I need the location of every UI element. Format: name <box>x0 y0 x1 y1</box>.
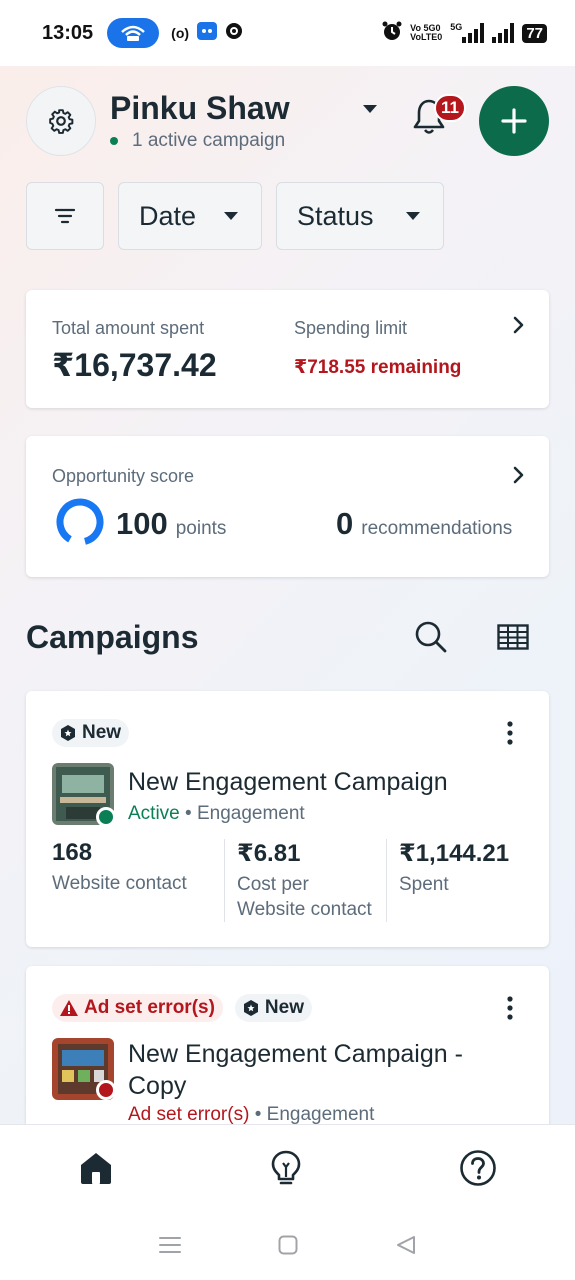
campaign-subtitle: Ad set error(s) • Engagement <box>128 1104 375 1124</box>
filter-icon <box>54 208 76 224</box>
home-button-icon[interactable] <box>278 1235 298 1255</box>
cast-icon: (o) <box>171 25 190 41</box>
points-value: 100 <box>116 506 168 541</box>
network-type: Vo 5G0 VoLTE0 <box>410 23 443 42</box>
score-ring-icon <box>56 498 104 546</box>
system-navigation-bar <box>0 1210 575 1280</box>
spend-summary-card[interactable]: Total amount spent ₹16,737.42 Spending l… <box>26 290 549 408</box>
filter-button[interactable] <box>26 182 104 250</box>
metric-cost-per-result: ₹6.81 Cost per Website contact <box>224 839 386 922</box>
discord-icon <box>197 21 218 45</box>
new-badge-label: New <box>82 722 122 743</box>
campaigns-heading: Campaigns <box>26 619 199 655</box>
metric-label: Spent <box>399 874 449 895</box>
campaign-status: Ad set error(s) <box>128 1104 250 1124</box>
campaign-objective: Engagement <box>266 1104 375 1124</box>
active-campaign-status: 1 active campaign <box>110 130 285 152</box>
chevron-down-icon <box>406 212 420 220</box>
date-filter-label: Date <box>139 200 197 231</box>
filter-bar: Date Status <box>26 182 444 250</box>
ad-set-error-label: Ad set error(s) <box>84 997 215 1018</box>
network-5g-label: 5G <box>450 22 463 32</box>
plus-icon <box>501 108 527 134</box>
chevron-down-icon <box>224 212 238 220</box>
metric-results: 168 Website contact <box>52 839 224 922</box>
metric-value: ₹1,144.21 <box>399 840 510 867</box>
metric-value: 168 <box>52 839 93 866</box>
back-icon[interactable] <box>396 1235 416 1255</box>
home-icon[interactable] <box>78 1150 114 1186</box>
new-badge: New <box>234 994 312 1022</box>
campaign-name: New Engagement Campaign <box>128 768 448 796</box>
signal-strength-icon <box>462 23 485 43</box>
opportunity-recommendations: 0 recommendations <box>336 506 512 542</box>
campaign-metrics: 168 Website contact ₹6.81 Cost per Websi… <box>52 839 536 922</box>
bottom-navigation <box>0 1124 575 1210</box>
hexagon-star-icon <box>243 1000 258 1016</box>
lightbulb-icon[interactable] <box>270 1149 302 1187</box>
status-filter-dropdown[interactable]: Status <box>276 182 444 250</box>
metric-label: Cost per Website contact <box>237 874 372 920</box>
opportunity-score-card[interactable]: Opportunity score 100 points 0 recommend… <box>26 436 549 577</box>
campaign-status-dot <box>96 807 116 827</box>
alarm-icon <box>382 21 402 46</box>
spending-limit-remaining: ₹718.55 remaining <box>294 357 462 378</box>
metric-value: ₹6.81 <box>237 840 301 867</box>
total-spent-value: ₹16,737.42 <box>52 347 217 383</box>
ad-set-error-badge: Ad set error(s) <box>52 994 223 1022</box>
app-main: Pinku Shaw 1 active campaign 11 Date Sta… <box>0 66 575 1124</box>
points-unit: points <box>175 518 227 539</box>
metric-spent: ₹1,144.21 Spent <box>386 839 536 922</box>
new-badge-label: New <box>264 997 304 1018</box>
signal-strength-icon-2 <box>492 23 515 43</box>
metric-label: Website contact <box>52 873 187 894</box>
campaign-name: New Engagement Campaign - Copy <box>128 1040 463 1100</box>
new-badge: New <box>52 719 130 747</box>
opportunity-points: 100 points <box>116 506 226 542</box>
help-icon[interactable] <box>459 1149 497 1187</box>
status-bar: 13:05 (o) Vo 5G0 VoLTE0 5G 77 <box>0 0 575 66</box>
status-filter-label: Status <box>297 200 374 231</box>
battery-level: 77 <box>522 23 547 43</box>
create-campaign-button[interactable] <box>479 86 549 156</box>
active-campaign-text: 1 active campaign <box>132 130 286 151</box>
hotspot-icon <box>107 18 160 48</box>
gear-icon <box>49 109 74 134</box>
more-options-icon[interactable] <box>507 721 513 745</box>
chevron-right-icon <box>513 316 524 334</box>
more-options-icon[interactable] <box>507 996 513 1020</box>
settings-button[interactable] <box>26 86 96 156</box>
warning-icon <box>60 1000 78 1016</box>
notification-count-badge: 11 <box>434 94 466 122</box>
record-icon <box>225 22 243 45</box>
campaign-status-dot <box>96 1080 116 1100</box>
spending-limit-label: Spending limit <box>294 318 408 338</box>
account-dropdown-icon[interactable] <box>362 104 378 114</box>
header: Pinku Shaw 1 active campaign 11 <box>26 86 550 156</box>
search-icon[interactable] <box>414 620 448 654</box>
campaign-card[interactable]: Ad set error(s) New New Engagement Campa… <box>26 966 549 1124</box>
recommendations-unit: recommendations <box>361 518 513 539</box>
hexagon-star-icon <box>61 725 75 741</box>
active-status-dot <box>110 137 118 145</box>
campaign-objective: Engagement <box>196 803 305 824</box>
campaign-card[interactable]: New New Engagement Campaign Active • Eng… <box>26 691 549 947</box>
recent-apps-icon[interactable] <box>158 1235 181 1255</box>
total-spent-label: Total amount spent <box>52 318 205 338</box>
table-view-icon[interactable] <box>497 624 529 650</box>
opportunity-score-label: Opportunity score <box>52 466 195 486</box>
chevron-right-icon <box>513 466 524 484</box>
date-filter-dropdown[interactable]: Date <box>118 182 262 250</box>
campaign-subtitle: Active • Engagement <box>128 803 305 824</box>
recommendations-value: 0 <box>336 506 354 541</box>
account-name[interactable]: Pinku Shaw <box>110 90 290 127</box>
campaign-status: Active <box>128 803 180 824</box>
status-time: 13:05 <box>42 21 94 44</box>
